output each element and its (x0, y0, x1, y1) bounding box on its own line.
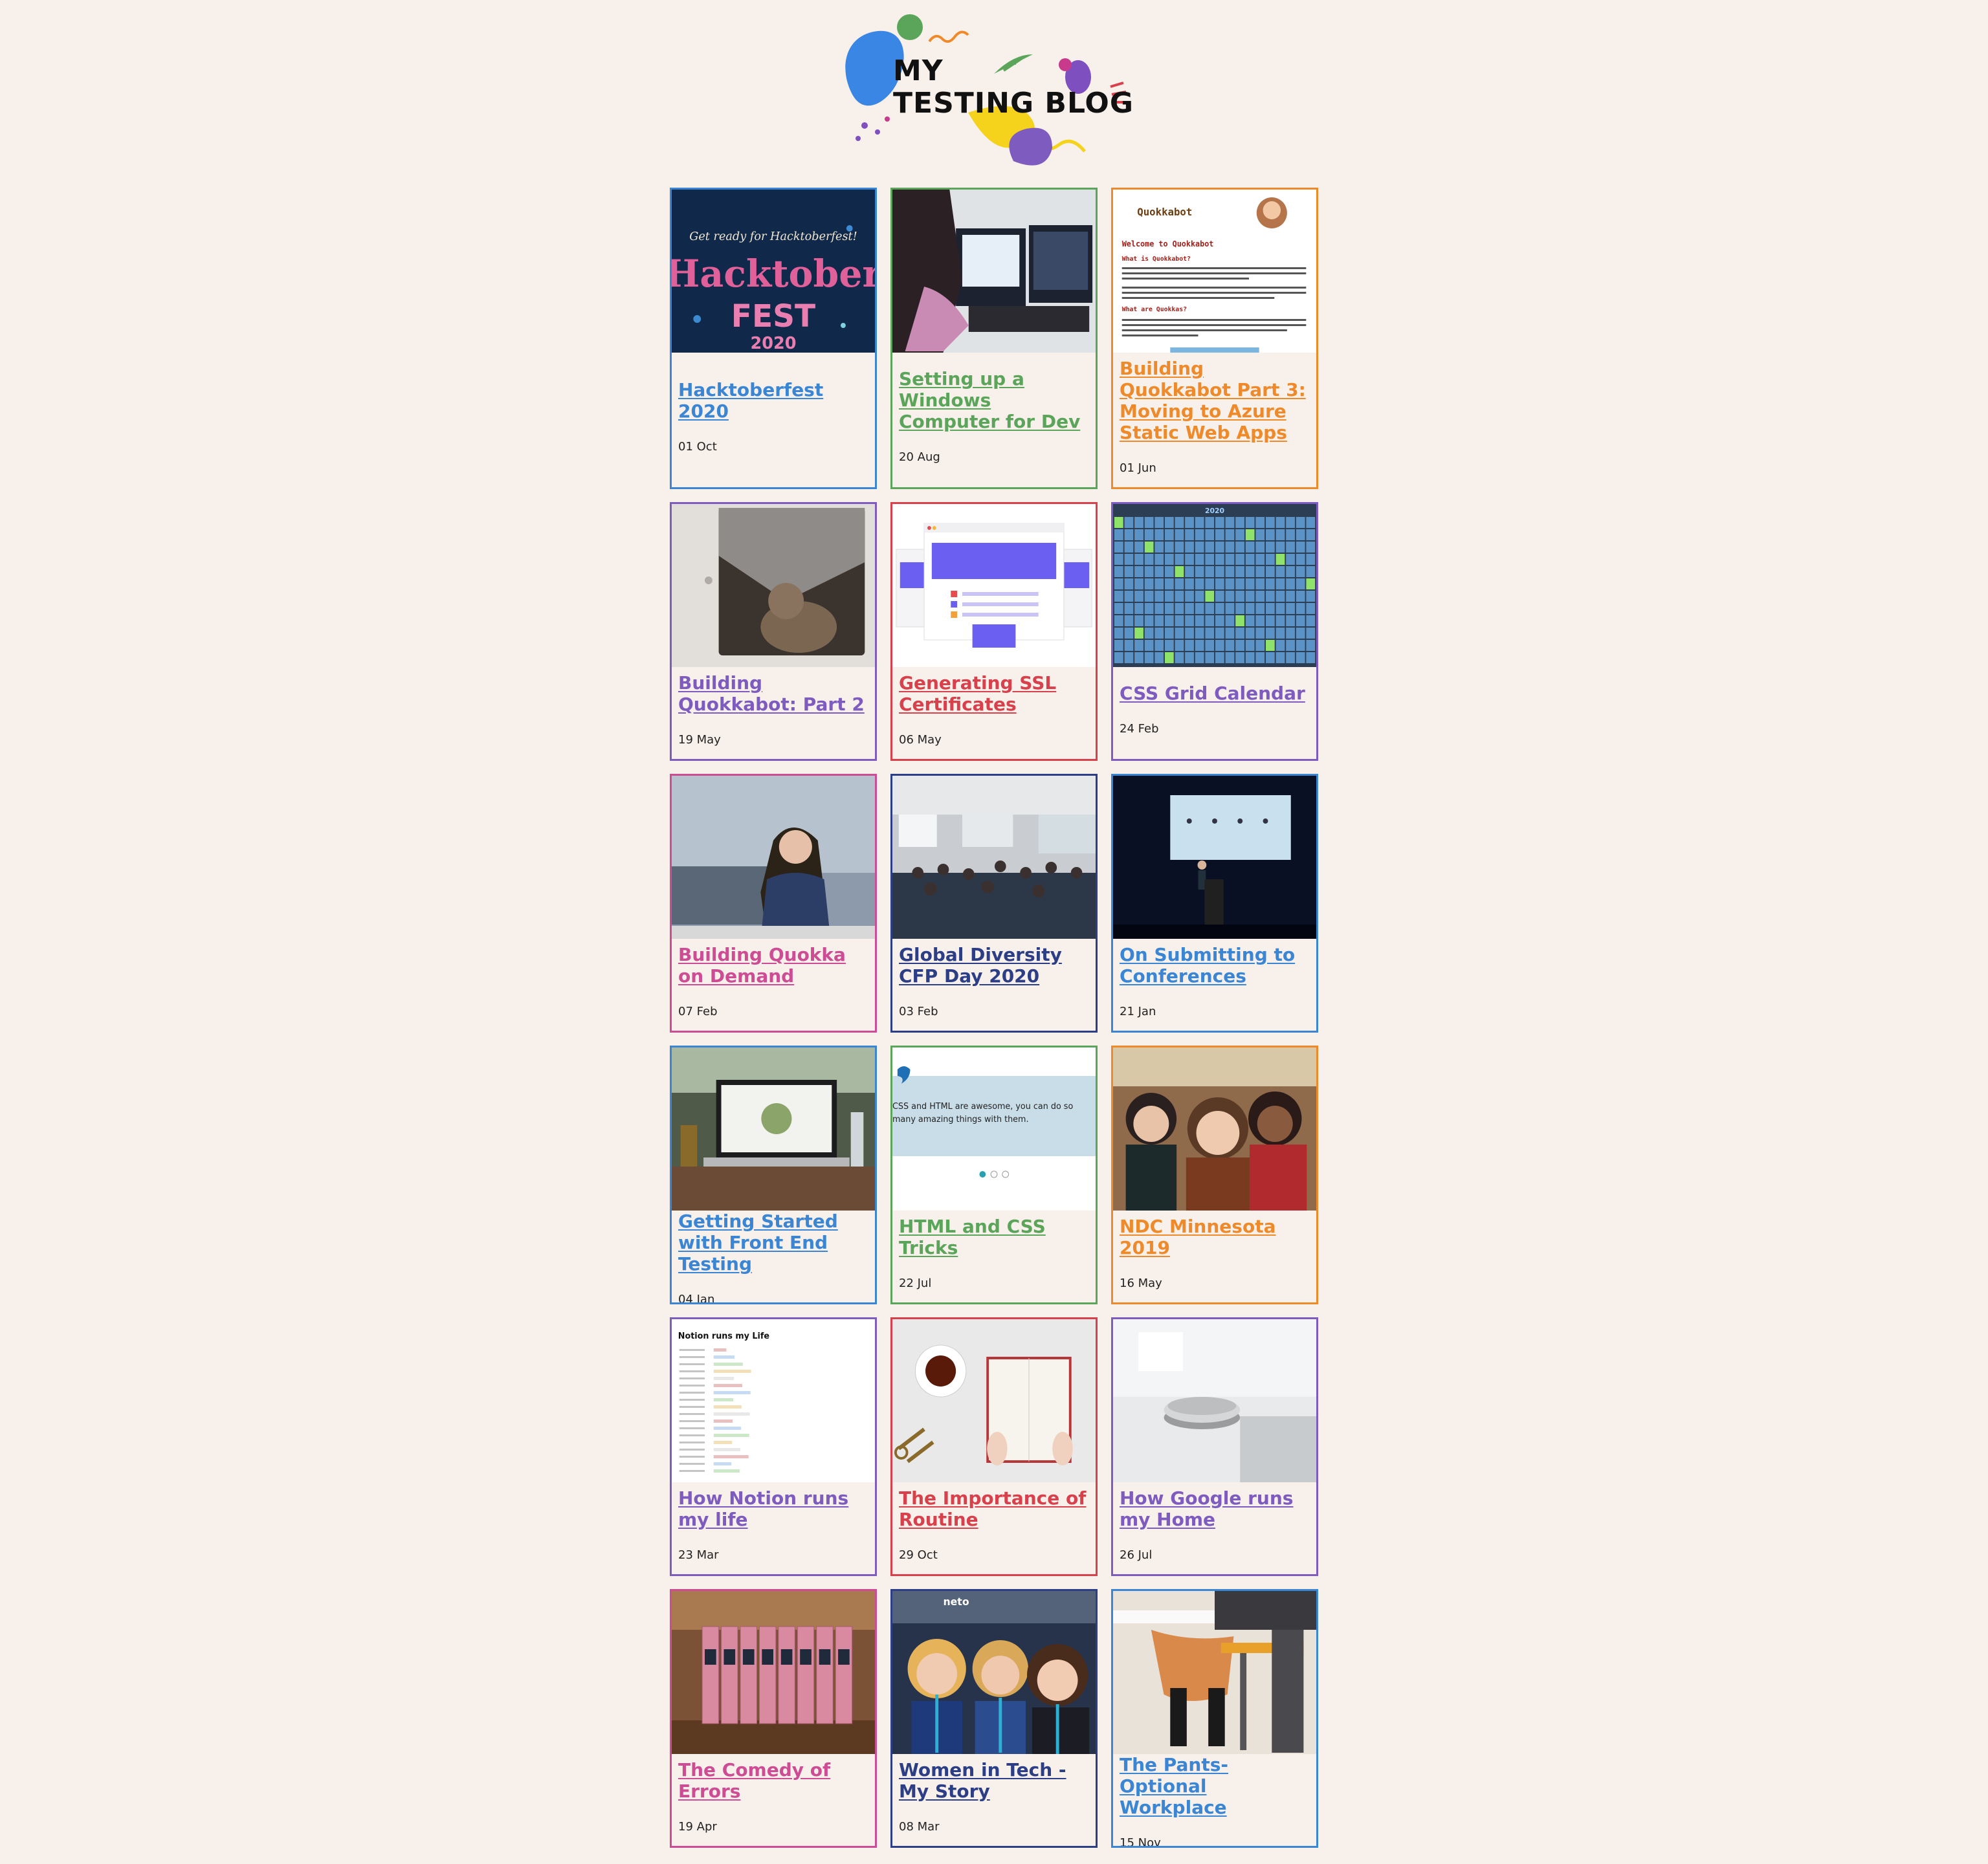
post-card[interactable]: NDC Minnesota 2019 16 May (1111, 1046, 1318, 1304)
post-date: 20 Aug (899, 450, 940, 464)
post-card[interactable]: How Google runs my Home 26 Jul (1111, 1317, 1318, 1576)
post-title-link[interactable]: How Notion runs my life (678, 1487, 868, 1530)
post-date: 08 Mar (899, 1819, 940, 1834)
quokka-phone-image[interactable] (672, 504, 875, 667)
browser-windows-illustration[interactable] (892, 504, 1096, 667)
classroom-image[interactable] (892, 776, 1096, 939)
post-title-link[interactable]: Building Quokkabot: Part 2 (678, 672, 868, 715)
post-title-link[interactable]: Building Quokka on Demand (678, 944, 868, 987)
svg-text:2020: 2020 (751, 334, 797, 353)
post-title-link[interactable]: The Comedy of Errors (678, 1759, 868, 1802)
svg-text:neto: neto (944, 1595, 969, 1608)
post-title-link[interactable]: CSS Grid Calendar (1120, 683, 1310, 704)
post-title-link[interactable]: NDC Minnesota 2019 (1120, 1216, 1310, 1258)
post-date: 15 Nov (1120, 1836, 1161, 1848)
post-title-link[interactable]: How Google runs my Home (1120, 1487, 1310, 1530)
quokkabot-screenshot-image[interactable]: Quokkabot Welcome to Quokkabot What is Q… (1113, 190, 1316, 353)
post-title-link[interactable]: Hacktoberfest 2020 (678, 379, 868, 422)
post-title-link[interactable]: Getting Started with Front End Testing (678, 1211, 868, 1275)
svg-text:Hacktober: Hacktober (672, 251, 875, 296)
conference-selfie-image[interactable] (1113, 1047, 1316, 1211)
post-title-link[interactable]: Setting up a Windows Computer for Dev (899, 368, 1089, 432)
post-title-link[interactable]: The Pants-Optional Workplace (1120, 1754, 1310, 1818)
post-date: 06 May (899, 732, 942, 747)
svg-text:Quokkabot: Quokkabot (1137, 206, 1192, 218)
post-card[interactable]: Getting Started with Front End Testing 0… (670, 1046, 877, 1304)
post-date: 24 Feb (1120, 722, 1159, 736)
notion-screenshot-image[interactable]: Notion runs my Life (672, 1319, 875, 1482)
testimonial-slider-image[interactable]: CSS and HTML are awesome, you can do so … (892, 1047, 1096, 1211)
group-selfie-image[interactable]: neto (892, 1591, 1096, 1754)
post-card[interactable]: CSS and HTML are awesome, you can do so … (890, 1046, 1098, 1304)
post-card[interactable]: 2020 CSS Grid Calendar 24 Feb (1111, 502, 1318, 761)
post-card[interactable]: Quokkabot Welcome to Quokkabot What is Q… (1111, 188, 1318, 489)
svg-text:FEST: FEST (731, 299, 816, 335)
post-date: 19 Apr (678, 1819, 717, 1834)
post-date: 01 Jun (1120, 461, 1156, 475)
post-date: 21 Jan (1120, 1004, 1156, 1018)
svg-text:What are Quokkas?: What are Quokkas? (1122, 306, 1187, 313)
post-card[interactable]: Generating SSL Certificates 06 May (890, 502, 1098, 761)
desk-legs-image[interactable] (1113, 1591, 1316, 1754)
post-title-link[interactable]: Generating SSL Certificates (899, 672, 1089, 715)
post-date: 23 Mar (678, 1548, 719, 1562)
post-title-link[interactable]: Building Quokkabot Part 3: Moving to Azu… (1120, 358, 1310, 443)
post-card[interactable]: Notion runs my Life How Notion runs my l… (670, 1317, 877, 1576)
post-card[interactable]: Get ready for Hacktoberfest! Hacktober F… (670, 188, 877, 489)
post-card[interactable]: Setting up a Windows Computer for Dev 20… (890, 188, 1098, 489)
post-card[interactable]: The Pants-Optional Workplace 15 Nov (1111, 1589, 1318, 1848)
post-card[interactable]: Global Diversity CFP Day 2020 03 Feb (890, 774, 1098, 1033)
post-date: 29 Oct (899, 1548, 938, 1562)
logo-title-line1: MY (893, 54, 944, 87)
post-card[interactable]: The Importance of Routine 29 Oct (890, 1317, 1098, 1576)
speaker-image[interactable] (672, 776, 875, 939)
book-and-tea-image[interactable] (892, 1319, 1096, 1482)
post-date: 19 May (678, 732, 721, 747)
post-title-link[interactable]: Women in Tech - My Story (899, 1759, 1089, 1802)
person-at-computer-image[interactable] (892, 190, 1096, 353)
post-date: 03 Feb (899, 1004, 938, 1018)
post-card[interactable]: Building Quokka on Demand 07 Feb (670, 774, 877, 1033)
post-date: 01 Oct (678, 439, 717, 454)
logo-title-line2: TESTING BLOG (893, 87, 1134, 120)
post-card[interactable]: neto Women in Tech - My Story 08 Mar (890, 1589, 1098, 1848)
hacktoberfest-banner-image[interactable]: Get ready for Hacktoberfest! Hacktober F… (672, 190, 875, 353)
post-date: 04 Jan (678, 1293, 715, 1304)
post-date: 07 Feb (678, 1004, 718, 1018)
google-home-mini-image[interactable] (1113, 1319, 1316, 1482)
svg-text:2020: 2020 (1205, 507, 1224, 515)
svg-text:Welcome to Quokkabot: Welcome to Quokkabot (1122, 239, 1214, 248)
svg-text:Get ready for Hacktoberfest!: Get ready for Hacktoberfest! (689, 230, 857, 243)
post-date: 22 Jul (899, 1276, 932, 1290)
post-date: 26 Jul (1120, 1548, 1153, 1562)
post-card[interactable]: Building Quokkabot: Part 2 19 May (670, 502, 877, 761)
post-card[interactable]: On Submitting to Conferences 21 Jan (1111, 774, 1318, 1033)
post-title-link[interactable]: On Submitting to Conferences (1120, 944, 1310, 987)
svg-text:What is Quokkabot?: What is Quokkabot? (1122, 255, 1191, 263)
post-grid: Get ready for Hacktoberfest! Hacktober F… (670, 188, 1318, 1848)
books-on-shelf-image[interactable] (672, 1591, 875, 1754)
grid-calendar-image[interactable]: 2020 (1113, 504, 1316, 667)
post-date: 16 May (1120, 1276, 1162, 1290)
blog-logo[interactable]: MY TESTING BLOG (839, 9, 1153, 184)
post-card[interactable]: The Comedy of Errors 19 Apr (670, 1589, 877, 1848)
post-title-link[interactable]: HTML and CSS Tricks (899, 1216, 1089, 1258)
stage-talk-image[interactable] (1113, 776, 1316, 939)
laptop-desk-image[interactable] (672, 1047, 875, 1211)
svg-text:Notion runs my Life: Notion runs my Life (678, 1332, 769, 1341)
post-title-link[interactable]: Global Diversity CFP Day 2020 (899, 944, 1089, 987)
post-title-link[interactable]: The Importance of Routine (899, 1487, 1089, 1530)
